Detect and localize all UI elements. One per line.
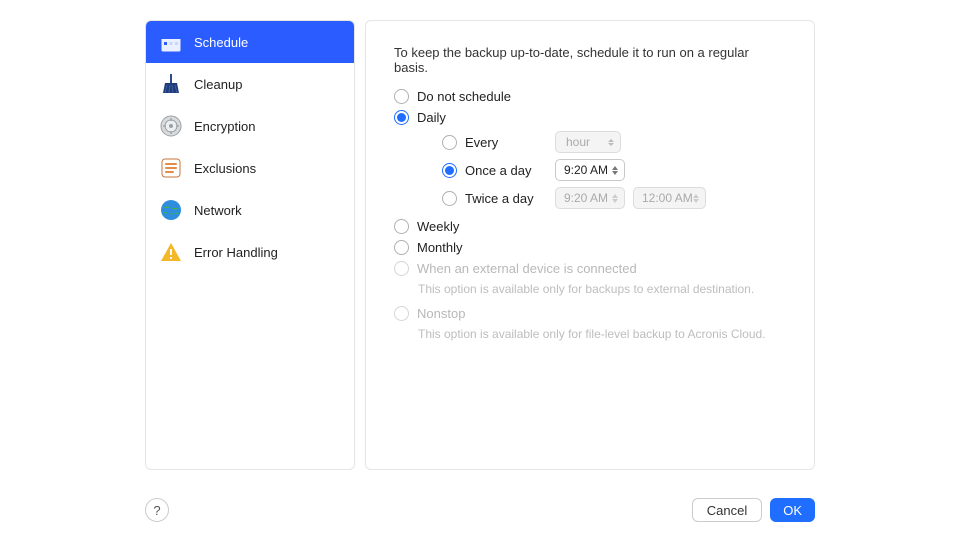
stepper-icon[interactable]	[693, 193, 703, 204]
option-monthly[interactable]: Monthly	[394, 240, 786, 255]
option-label: Once a day	[465, 163, 547, 178]
radio-icon	[394, 261, 409, 276]
option-label: Weekly	[417, 219, 459, 234]
select-value: hour	[566, 135, 590, 149]
sidebar-item-label: Network	[194, 203, 242, 218]
vault-dial-icon	[158, 113, 184, 139]
option-every[interactable]: Every hour	[442, 131, 786, 153]
twice-time2-input[interactable]: 12:00 AM	[633, 187, 706, 209]
button-label: Cancel	[707, 503, 747, 518]
settings-sidebar: Schedule Cleanup Encrypti	[145, 20, 355, 470]
sidebar-item-label: Error Handling	[194, 245, 278, 260]
radio-icon	[394, 306, 409, 321]
stepper-icon[interactable]	[612, 165, 622, 176]
option-nonstop: Nonstop	[394, 306, 786, 321]
sidebar-item-exclusions[interactable]: Exclusions	[146, 147, 354, 189]
help-button[interactable]: ?	[145, 498, 169, 522]
sidebar-item-encryption[interactable]: Encryption	[146, 105, 354, 147]
time-value: 12:00 AM	[642, 191, 693, 205]
sidebar-item-label: Cleanup	[194, 77, 242, 92]
daily-subgroup: Every hour Once a day 9:20 AM Twice a da…	[418, 131, 786, 209]
option-label: Twice a day	[465, 191, 547, 206]
twice-time1-input[interactable]: 9:20 AM	[555, 187, 625, 209]
option-label: When an external device is connected	[417, 261, 637, 276]
schedule-intro: To keep the backup up-to-date, schedule …	[394, 45, 786, 75]
calendar-icon	[158, 29, 184, 55]
every-unit-select[interactable]: hour	[555, 131, 621, 153]
radio-icon	[394, 110, 409, 125]
option-label: Every	[465, 135, 547, 150]
stepper-icon[interactable]	[612, 193, 622, 204]
sidebar-item-label: Exclusions	[194, 161, 256, 176]
nonstop-hint: This option is available only for file-l…	[418, 327, 786, 341]
option-label: Nonstop	[417, 306, 465, 321]
time-value: 9:20 AM	[564, 163, 612, 177]
option-label: Daily	[417, 110, 446, 125]
globe-icon	[158, 197, 184, 223]
sidebar-item-label: Encryption	[194, 119, 255, 134]
radio-icon	[394, 240, 409, 255]
radio-icon	[442, 163, 457, 178]
option-twice-a-day[interactable]: Twice a day 9:20 AM 12:00 AM	[442, 187, 786, 209]
option-external-device: When an external device is connected	[394, 261, 786, 276]
option-label: Do not schedule	[417, 89, 511, 104]
sidebar-item-error-handling[interactable]: Error Handling	[146, 231, 354, 273]
sidebar-item-cleanup[interactable]: Cleanup	[146, 63, 354, 105]
sidebar-item-schedule[interactable]: Schedule	[146, 21, 354, 63]
radio-icon	[394, 89, 409, 104]
cancel-button[interactable]: Cancel	[692, 498, 762, 522]
option-label: Monthly	[417, 240, 463, 255]
option-do-not-schedule[interactable]: Do not schedule	[394, 89, 786, 104]
sidebar-item-label: Schedule	[194, 35, 248, 50]
option-once-a-day[interactable]: Once a day 9:20 AM	[442, 159, 786, 181]
once-time-input[interactable]: 9:20 AM	[555, 159, 625, 181]
time-value: 9:20 AM	[564, 191, 612, 205]
schedule-panel: To keep the backup up-to-date, schedule …	[365, 20, 815, 470]
dialog-footer: ? Cancel OK	[145, 498, 815, 522]
sidebar-item-network[interactable]: Network	[146, 189, 354, 231]
radio-icon	[442, 135, 457, 150]
broom-icon	[158, 71, 184, 97]
warning-icon	[158, 239, 184, 265]
option-weekly[interactable]: Weekly	[394, 219, 786, 234]
list-icon	[158, 155, 184, 181]
button-label: OK	[783, 503, 802, 518]
option-daily[interactable]: Daily	[394, 110, 786, 125]
ok-button[interactable]: OK	[770, 498, 815, 522]
radio-icon	[394, 219, 409, 234]
updown-icon	[608, 139, 614, 146]
radio-icon	[442, 191, 457, 206]
external-hint: This option is available only for backup…	[418, 282, 786, 296]
help-icon: ?	[153, 503, 160, 518]
